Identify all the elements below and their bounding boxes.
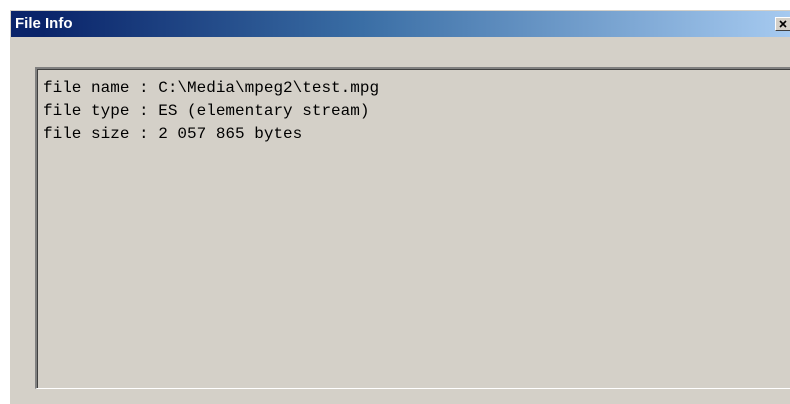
title-bar[interactable]: File Info xyxy=(11,11,790,37)
close-icon xyxy=(779,20,787,28)
file-type-line: file type : ES (elementary stream) xyxy=(43,102,370,120)
file-size-line: file size : 2 057 865 bytes xyxy=(43,125,303,143)
window-title: File Info xyxy=(15,15,73,32)
file-name-line: file name : C:\Media\mpeg2\test.mpg xyxy=(43,79,380,97)
close-button[interactable] xyxy=(775,17,790,31)
file-info-window: File Info file name : C:\Media\mpeg2\tes… xyxy=(10,10,790,404)
file-info-list: file name : C:\Media\mpeg2\test.mpg file… xyxy=(43,77,379,146)
file-info-panel: file name : C:\Media\mpeg2\test.mpg file… xyxy=(35,67,790,389)
